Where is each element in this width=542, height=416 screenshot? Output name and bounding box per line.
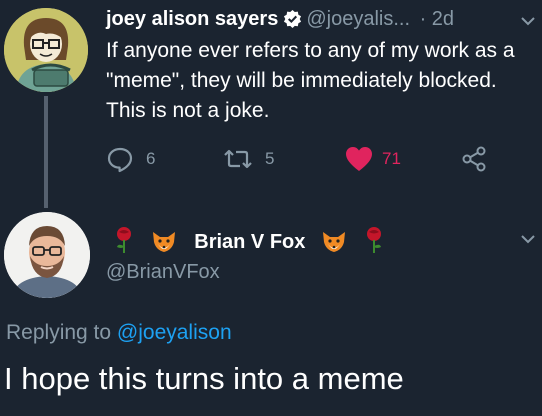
reply-author-name[interactable]: Brian V Fox (194, 231, 305, 253)
reply-count: 6 (146, 149, 156, 168)
reply-author-handle[interactable]: @BrianVFox (106, 258, 220, 286)
share-button[interactable] (460, 145, 488, 173)
author-avatar[interactable] (4, 8, 88, 92)
like-button[interactable] (344, 145, 374, 173)
verified-badge-icon (283, 9, 302, 28)
tweet-time[interactable]: 2d (432, 8, 454, 30)
replying-to-link[interactable]: @joeyalison (117, 321, 232, 344)
separator-dot: · (419, 8, 427, 30)
chevron-down-icon[interactable] (520, 14, 536, 26)
replying-to-label: Replying to (6, 321, 112, 344)
retweet-button[interactable] (222, 145, 254, 173)
replying-to: Replying to @joeyalison (6, 318, 232, 348)
retweet-icon (224, 149, 252, 169)
chevron-down-icon[interactable] (520, 232, 536, 244)
tweet-text: If anyone ever refers to any of my work … (106, 39, 515, 122)
author-name[interactable]: joey alison sayers (106, 8, 278, 30)
rose-emoji-icon (364, 226, 384, 263)
fox-emoji-icon (321, 230, 347, 263)
reply-author-name-row[interactable]: Brian V Fox (114, 226, 384, 256)
share-icon (462, 146, 486, 172)
retweet-count: 5 (265, 149, 275, 168)
reply-author-avatar[interactable] (4, 212, 90, 298)
heart-icon (346, 147, 372, 171)
author-handle[interactable]: @joeyalis... (306, 8, 410, 30)
tweet-header: joey alison sayers @joeyalis... · 2d (106, 6, 454, 32)
reply-text: I hope this turns into a meme (4, 361, 404, 396)
like-count: 71 (382, 149, 401, 168)
